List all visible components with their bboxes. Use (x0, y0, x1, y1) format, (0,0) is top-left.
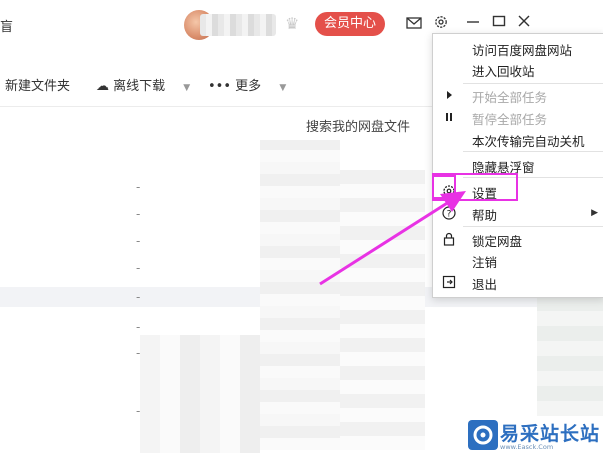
list-item: - (136, 320, 141, 334)
menu-item-exit[interactable]: 退出 (433, 272, 603, 292)
menu-item-logout[interactable]: 注销 (433, 250, 603, 270)
username-blurred[interactable] (200, 14, 276, 36)
menu-item-visit-website[interactable]: 访问百度网盘网站 (433, 38, 603, 58)
list-item: - (136, 234, 141, 248)
close-icon[interactable] (517, 14, 531, 28)
list-item: - (136, 180, 141, 194)
chevron-right-icon: ▶ (591, 208, 598, 218)
lock-icon (443, 232, 455, 246)
search-input[interactable]: 搜索我的网盘文件 (306, 116, 410, 135)
menu-item-recycle-bin[interactable]: 进入回收站 (433, 59, 603, 79)
more-label: 更多 (235, 79, 262, 94)
gear-icon[interactable] (433, 14, 449, 30)
menu-divider (463, 151, 603, 152)
mail-icon[interactable] (406, 15, 422, 31)
file-list-blurred-column (260, 140, 340, 450)
new-folder-button[interactable]: 新建文件夹 (5, 75, 70, 94)
vip-center-button[interactable]: 会员中心 (315, 12, 385, 36)
pause-icon (446, 113, 452, 121)
file-list-blurred-column (140, 335, 260, 453)
list-item: - (136, 404, 141, 418)
play-icon (447, 91, 452, 99)
window-title-fragment: 盲 (0, 20, 14, 35)
cloud-icon: ☁ (96, 79, 109, 94)
menu-item-help[interactable]: ? 帮助 ▶ (433, 203, 603, 223)
settings-dropdown-menu: 访问百度网盘网站 进入回收站 开始全部任务 暂停全部任务 本次传输完自动关机 隐… (432, 33, 603, 298)
offline-download-label: 离线下载 (113, 79, 166, 94)
menu-divider (463, 83, 603, 84)
watermark-logo-icon (468, 420, 498, 450)
list-item: - (136, 290, 141, 304)
chevron-down-icon: ▼ (279, 83, 287, 93)
svg-text:?: ? (447, 210, 452, 220)
file-list-blurred-column (340, 170, 425, 450)
chevron-down-icon: ▼ (183, 83, 191, 93)
list-item: - (136, 261, 141, 275)
menu-item-hide-float-window[interactable]: 隐藏悬浮窗 (433, 155, 603, 175)
crown-icon: ♛ (285, 14, 300, 33)
menu-item-auto-shutdown[interactable]: 本次传输完自动关机 (433, 129, 603, 149)
help-icon: ? (442, 206, 456, 220)
menu-item-start-all[interactable]: 开始全部任务 (433, 85, 603, 105)
offline-download-button[interactable]: ☁ 离线下载 ▼ (96, 75, 190, 94)
list-item: - (136, 346, 141, 360)
file-list-blurred-column (537, 296, 603, 416)
watermark-url: www.Easck.Com (500, 443, 554, 451)
maximize-icon[interactable] (492, 14, 506, 28)
exit-icon (442, 275, 456, 289)
menu-divider (463, 226, 603, 227)
menu-item-pause-all[interactable]: 暂停全部任务 (433, 107, 603, 127)
gear-highlight-box (432, 175, 456, 199)
more-button[interactable]: ••• 更多 ▼ (208, 75, 286, 94)
list-item: - (136, 207, 141, 221)
menu-item-lock[interactable]: 锁定网盘 (433, 229, 603, 249)
more-dots-icon: ••• (208, 79, 232, 94)
minimize-icon[interactable] (466, 14, 480, 28)
watermark: 易采站长站 www.Easck.Com (466, 417, 603, 453)
watermark-text: 易采站长站 (500, 423, 601, 445)
